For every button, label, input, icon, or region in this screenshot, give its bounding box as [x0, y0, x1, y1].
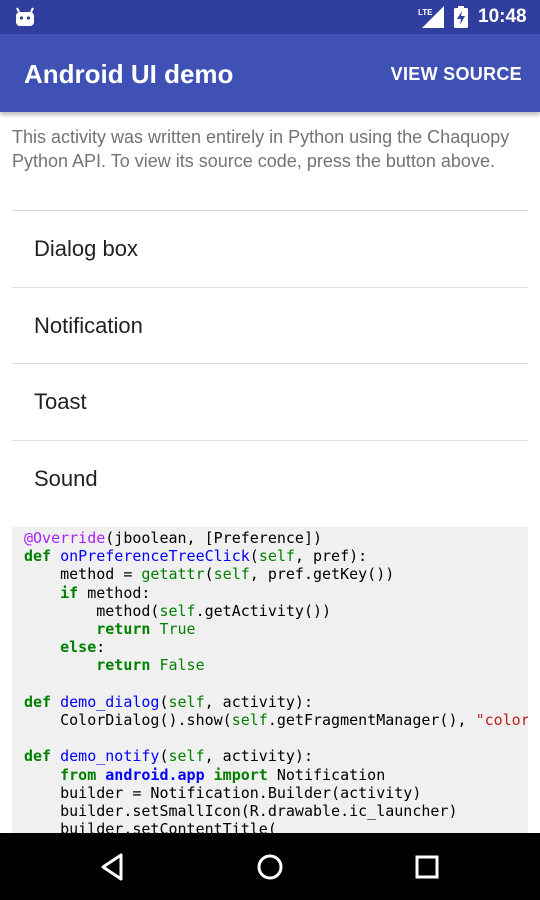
- preference-label: Sound: [34, 465, 98, 491]
- android-icon: [16, 7, 34, 26]
- intro-text: This activity was written entirely in Py…: [12, 127, 510, 171]
- view-source-button[interactable]: VIEW SOURCE: [391, 64, 522, 85]
- battery-icon: [454, 6, 468, 28]
- source-code: @Override(jboolean, [Preference]) def on…: [24, 529, 528, 833]
- app-bar: Android UI demo VIEW SOURCE: [0, 34, 540, 112]
- app-title: Android UI demo: [24, 59, 234, 89]
- back-icon[interactable]: [96, 850, 130, 884]
- preference-label: Toast: [34, 389, 87, 414]
- preference-toast[interactable]: Toast: [12, 364, 528, 441]
- preference-notification[interactable]: Notification: [12, 288, 528, 364]
- source-code-block[interactable]: @Override(jboolean, [Preference]) def on…: [12, 527, 528, 833]
- preference-dialog-box[interactable]: Dialog box: [12, 211, 528, 288]
- recents-icon[interactable]: [410, 850, 444, 884]
- lte-signal-icon: LTE: [418, 6, 444, 28]
- clock: 10:48: [478, 6, 527, 27]
- navigation-bar: [0, 833, 540, 900]
- svg-text:LTE: LTE: [418, 8, 433, 17]
- preference-list: Dialog box Notification Toast Sound: [12, 211, 528, 517]
- preference-label: Notification: [34, 312, 143, 338]
- home-icon[interactable]: [253, 850, 287, 884]
- status-bar: LTE 10:48: [0, 0, 540, 34]
- preference-sound[interactable]: Sound: [12, 441, 528, 518]
- preference-label: Dialog box: [34, 236, 138, 261]
